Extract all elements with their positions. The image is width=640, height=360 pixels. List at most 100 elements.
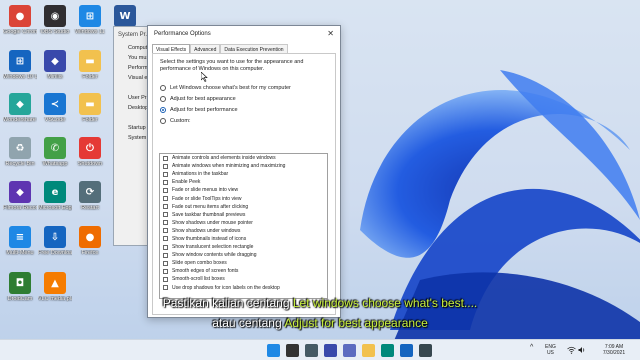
desktop-icon[interactable]: ⊞ Windows 10 Update As... [3, 50, 37, 80]
language-indicator[interactable]: ENG US [545, 344, 556, 356]
start-icon[interactable] [267, 344, 280, 357]
checkbox[interactable] [163, 204, 168, 210]
radio-button[interactable] [160, 106, 166, 113]
desktop-icon-label: Windows 10 Update As... [3, 74, 37, 80]
desktop-icon[interactable]: ≡ Multi-Menu [3, 226, 37, 256]
performance-options-dialog[interactable]: Performance Options ✕ Visual Effects Adv… [147, 25, 341, 318]
effect-label: Use drop shadows for icon labels on the … [172, 284, 280, 291]
volume-icon[interactable] [578, 346, 586, 354]
chevron-up-icon[interactable]: ^ [530, 344, 533, 351]
desktop-icon[interactable]: ◆ Mirillis [38, 50, 72, 80]
store-icon[interactable] [400, 344, 413, 357]
app-icon: ◆ [9, 93, 31, 115]
system-settings-icon[interactable] [419, 344, 432, 357]
checkbox[interactable] [163, 179, 168, 185]
radio-button[interactable] [160, 117, 166, 124]
effect-checkbox-row[interactable]: Animate windows when minimizing and maxi… [160, 162, 327, 170]
desktop-icon[interactable]: ⇩ Free Downloader [38, 226, 72, 256]
radio-best-appearance[interactable]: Adjust for best appearance [160, 94, 236, 103]
effect-checkbox-row[interactable]: Smooth-scroll list boxes [160, 275, 327, 283]
radio-label: Adjust for best performance [170, 106, 238, 113]
desktop-icon-label: Wondershare Filmora [3, 117, 37, 123]
effect-checkbox-row[interactable]: Animations in the taskbar [160, 170, 327, 178]
checkbox[interactable] [163, 285, 168, 291]
intro-text: Select the settings you want to use for … [160, 59, 304, 72]
desktop-icon[interactable]: ⊞ Windows 11 [73, 5, 107, 35]
desktop-icon[interactable]: ▬ Folder [73, 93, 107, 123]
effect-checkbox-row[interactable]: Fade or slide ToolTips into view [160, 194, 327, 202]
desktop-icon[interactable]: ● Google Chrome [3, 5, 37, 35]
close-icon[interactable]: ✕ [327, 29, 334, 38]
chat-icon[interactable] [343, 344, 356, 357]
desktop-icon[interactable]: ◆ Wondershare Filmora [3, 93, 37, 123]
app-icon: ▬ [79, 93, 101, 115]
desktop-icon[interactable]: ▬ Folder [73, 50, 107, 80]
desktop-icon-label: Google Chrome [3, 29, 37, 35]
effect-checkbox-row[interactable]: Enable Peek [160, 178, 327, 186]
dialog-titlebar[interactable]: Performance Options ✕ [148, 26, 340, 42]
effect-checkbox-row[interactable]: Smooth edges of screen fonts [160, 267, 327, 275]
effect-label: Slide open combo boxes [172, 260, 227, 267]
effect-checkbox-row[interactable]: Use drop shadows for icon labels on the … [160, 284, 327, 292]
effect-label: Show shadows under windows [172, 227, 241, 234]
radio-button[interactable] [160, 84, 166, 91]
app-icon: ● [79, 226, 101, 248]
radio-label: Let Windows choose what's best for my co… [170, 84, 291, 91]
effect-checkbox-row[interactable]: Show shadows under mouse pointer [160, 219, 327, 227]
checkbox[interactable] [163, 252, 168, 258]
effect-checkbox-row[interactable]: Show shadows under windows [160, 227, 327, 235]
effect-checkbox-row[interactable]: Fade out menu items after clicking [160, 203, 327, 211]
desktop-icon[interactable]: ◆ Filmora Recorder [3, 181, 37, 211]
effect-checkbox-row[interactable]: Show window contents while dragging [160, 251, 327, 259]
task-view-icon[interactable] [305, 344, 318, 357]
radio-label: Custom: [170, 117, 191, 124]
checkbox[interactable] [163, 228, 168, 234]
checkbox[interactable] [163, 196, 168, 202]
file-explorer-icon[interactable] [362, 344, 375, 357]
effect-checkbox-row[interactable]: Show thumbnails instead of icons [160, 235, 327, 243]
radio-custom[interactable]: Custom: [160, 116, 190, 125]
app-icon: ≺ [44, 93, 66, 115]
desktop-icon-label: Whatsapp [42, 161, 68, 167]
effect-checkbox-row[interactable]: Save taskbar thumbnail previews [160, 211, 327, 219]
desktop-icon[interactable]: ◉ OBS Studio [38, 5, 72, 35]
checkbox[interactable] [163, 268, 168, 274]
wifi-icon[interactable] [567, 346, 576, 354]
checkbox[interactable] [163, 155, 168, 161]
checkbox[interactable] [163, 163, 168, 169]
desktop-icon[interactable]: ✆ Whatsapp [38, 137, 72, 167]
desktop-icon-label: Free Downloader [38, 250, 72, 256]
radio-button[interactable] [160, 95, 166, 102]
checkbox[interactable] [163, 212, 168, 218]
checkbox[interactable] [163, 236, 168, 242]
desktop-icon-label: Recycle Bin [5, 161, 35, 167]
search-icon[interactable] [286, 344, 299, 357]
region-code: US [546, 350, 554, 356]
radio-let-windows-choose[interactable]: Let Windows choose what's best for my co… [160, 83, 291, 92]
checkbox[interactable] [163, 187, 168, 193]
effect-checkbox-row[interactable]: Animate controls and elements inside win… [160, 154, 327, 162]
effect-label: Save taskbar thumbnail previews [172, 211, 246, 218]
effect-checkbox-row[interactable]: Show translucent selection rectangle [160, 243, 327, 251]
checkbox[interactable] [163, 171, 168, 177]
desktop-icon[interactable]: ♻ Recycle Bin [3, 137, 37, 167]
checkbox[interactable] [163, 244, 168, 250]
desktop-icon[interactable]: ≺ VSCode [38, 93, 72, 123]
desktop-icon[interactable]: e Microsoft Edge [38, 181, 72, 211]
clock[interactable]: 7:09 AM 7/30/2021 [594, 344, 634, 356]
clock-date: 7/30/2021 [602, 350, 626, 356]
checkbox[interactable] [163, 220, 168, 226]
effect-checkbox-row[interactable]: Fade or slide menus into view [160, 186, 327, 194]
desktop-icon[interactable]: ⟳ Restart [73, 181, 107, 211]
effect-checkbox-row[interactable]: Slide open combo boxes [160, 259, 327, 267]
widgets-icon[interactable] [324, 344, 337, 357]
edge-icon[interactable] [381, 344, 394, 357]
app-icon: ◘ [9, 272, 31, 294]
checkbox[interactable] [163, 260, 168, 266]
desktop-icon[interactable]: ● Firefox [73, 226, 107, 256]
radio-best-performance[interactable]: Adjust for best performance [160, 105, 238, 114]
desktop-icon-label: Multi-Menu [6, 250, 34, 256]
desktop-icon[interactable]: ⏻ Shutdown [73, 137, 107, 167]
checkbox[interactable] [163, 276, 168, 282]
visual-effects-list[interactable]: Animate controls and elements inside win… [159, 153, 328, 299]
